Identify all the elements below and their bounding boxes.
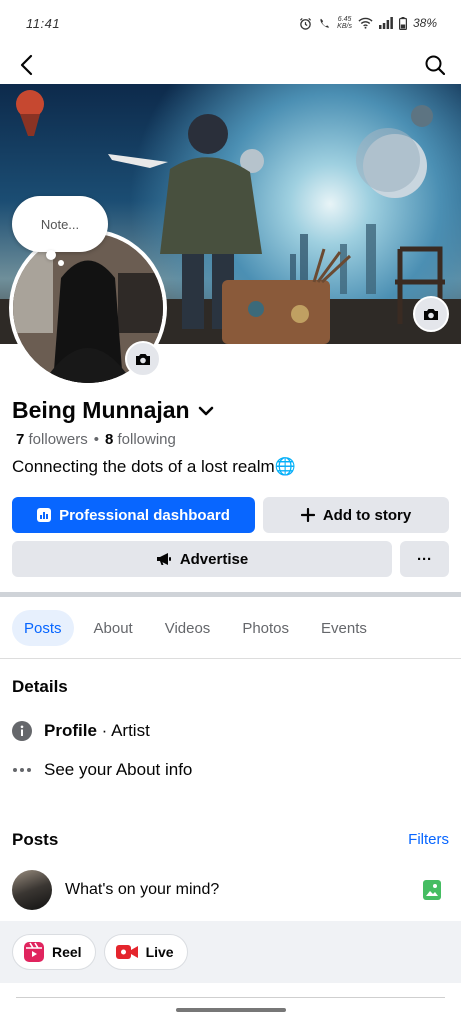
back-button[interactable] (12, 51, 40, 79)
search-button[interactable] (421, 51, 449, 79)
status-icons: 6.45 KB/s 38% (299, 16, 437, 30)
followers-count: 7 (16, 431, 25, 448)
battery-icon (398, 16, 407, 30)
more-options-label: ··· (417, 550, 432, 568)
reel-button[interactable]: Reel (12, 934, 96, 970)
tab-events[interactable]: Events (309, 610, 379, 646)
following-link[interactable]: 8 following (105, 431, 176, 448)
profile-tabs: Posts About Videos Photos Events (12, 610, 379, 646)
alarm-icon (300, 17, 312, 30)
edit-cover-button[interactable] (413, 296, 449, 332)
reel-icon (24, 942, 44, 962)
profile-category-text: Profile · Artist (44, 721, 150, 741)
following-count: 8 (104, 431, 114, 448)
professional-dashboard-button[interactable]: Professional dashboard (12, 497, 255, 533)
follow-stats: 7 followers • 8 following (16, 431, 176, 448)
tabs-divider (0, 658, 461, 659)
status-bar: 11:41 6.45 KB/s 38% (0, 0, 461, 46)
more-dots-icon (13, 768, 31, 772)
battery-percent: 38% (412, 16, 437, 30)
note-bubble-tail (46, 250, 56, 260)
live-video-icon (115, 945, 138, 959)
more-options-button[interactable]: ··· (400, 541, 449, 577)
add-to-story-label: Add to story (322, 506, 412, 524)
post-composer[interactable]: What's on your mind? (0, 860, 461, 920)
see-about-info-row[interactable]: See your About info (12, 760, 192, 780)
search-icon (425, 55, 445, 75)
profile-name-button[interactable]: Being Munnajan (12, 397, 214, 424)
dashboard-chart-icon (37, 508, 52, 522)
profile-name: Being Munnajan (12, 397, 190, 423)
signal-icon (378, 17, 393, 29)
photo-icon[interactable] (423, 880, 441, 900)
chevron-down-icon (198, 406, 213, 415)
followers-label: followers (28, 431, 88, 448)
tab-posts[interactable]: Posts (12, 610, 74, 646)
profile-category-value: Artist (111, 721, 150, 740)
reel-label: Reel (52, 944, 82, 960)
profile-category-separator: · (96, 721, 112, 740)
status-time: 11:41 (26, 15, 61, 31)
add-to-story-button[interactable]: Add to story (263, 497, 449, 533)
wifi-calling-icon (320, 18, 330, 28)
live-label: Live (145, 944, 174, 960)
section-divider (0, 592, 461, 597)
avatar (12, 870, 52, 910)
network-speed-value: 6.45 (337, 16, 352, 23)
bottom-divider (16, 997, 445, 998)
camera-icon (136, 354, 150, 365)
advertise-button[interactable]: Advertise (12, 541, 392, 577)
note-placeholder: Note... (40, 216, 80, 232)
live-button[interactable]: Live (103, 934, 188, 970)
advertise-label: Advertise (179, 550, 249, 568)
filters-link[interactable]: Filters (408, 831, 449, 848)
following-label: following (117, 431, 176, 448)
plus-icon (300, 508, 315, 522)
camera-icon (424, 309, 438, 320)
note-bubble[interactable]: Note... (12, 196, 108, 252)
composer-prompt: What's on your mind? (65, 881, 220, 898)
tab-photos[interactable]: Photos (230, 610, 301, 646)
edit-profile-picture-button[interactable] (125, 341, 161, 377)
see-about-info-label: See your About info (44, 760, 193, 779)
top-nav (0, 46, 461, 84)
followers-link[interactable]: 7 followers (16, 431, 88, 448)
network-speed-unit: KB/s (337, 23, 352, 30)
wifi-icon (358, 17, 373, 29)
profile-bio: Connecting the dots of a lost realm🌐 (12, 457, 296, 476)
home-indicator[interactable] (176, 1008, 286, 1012)
profile-category-row: Profile · Artist (12, 721, 150, 741)
tab-about[interactable]: About (82, 610, 145, 646)
megaphone-icon (156, 553, 171, 565)
posts-title: Posts (12, 830, 59, 849)
profile-category-label: Profile (44, 721, 97, 740)
create-options-bar: Reel Live (0, 921, 461, 983)
back-arrow-icon (20, 54, 33, 76)
tab-videos[interactable]: Videos (153, 610, 223, 646)
dot-separator: • (93, 431, 99, 448)
note-bubble-tail-small (58, 260, 64, 266)
professional-dashboard-label: Professional dashboard (59, 506, 230, 524)
details-title: Details (12, 677, 68, 696)
info-icon (12, 721, 32, 741)
network-speed: 6.45 KB/s (337, 16, 352, 30)
